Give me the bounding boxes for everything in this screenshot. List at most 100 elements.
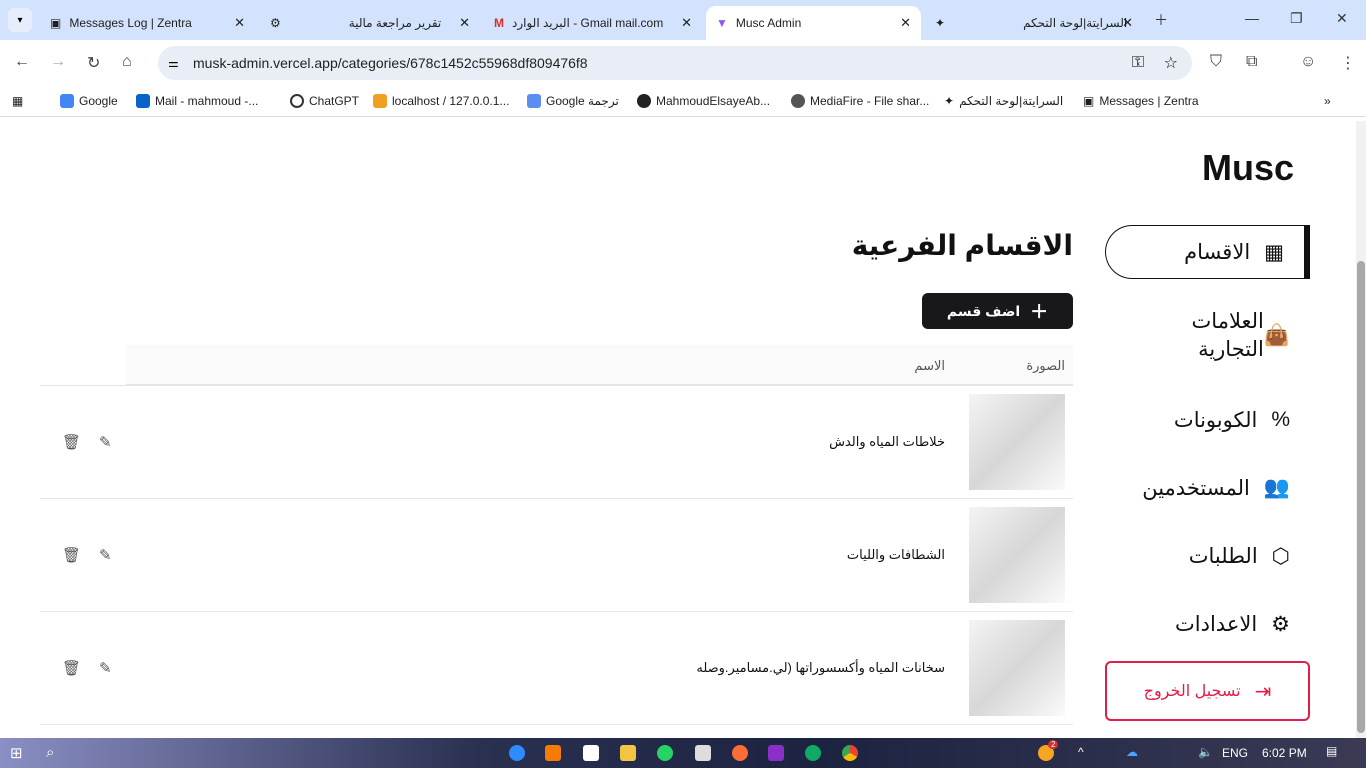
xampp-icon[interactable] bbox=[545, 745, 561, 761]
new-tab-button[interactable]: ＋ bbox=[1154, 10, 1168, 30]
clock[interactable]: 6:02 PM bbox=[1262, 746, 1307, 760]
star-icon[interactable]: ☆ bbox=[1164, 53, 1178, 73]
menu-icon[interactable]: ⋮ bbox=[1340, 53, 1356, 73]
sidebar-item-label: الاعدادات bbox=[1175, 612, 1258, 636]
onedrive-icon[interactable]: ☁ bbox=[1126, 745, 1138, 759]
shield-icon[interactable]: ⛉ bbox=[1210, 53, 1222, 71]
gear-icon: ⚙ bbox=[1271, 612, 1290, 636]
bookmark[interactable]: ▣ Messages | Zentra bbox=[1083, 94, 1199, 108]
delete-icon[interactable]: 🗑 bbox=[62, 659, 81, 677]
sidebar-item-label: المستخدمين bbox=[1142, 476, 1250, 500]
add-category-button[interactable]: ＋ اضف قسم bbox=[922, 293, 1073, 329]
site-info-icon[interactable]: ⚌ bbox=[168, 56, 179, 70]
close-icon[interactable]: ✕ bbox=[1122, 15, 1133, 31]
sidebar-item-coupons[interactable]: % الكوبونات bbox=[1105, 393, 1310, 447]
windows-start-icon[interactable]: ⊞ bbox=[10, 744, 23, 762]
chrome-icon[interactable] bbox=[842, 745, 858, 761]
sparkle-icon: ✦ bbox=[935, 16, 946, 30]
url-text[interactable]: musk-admin.vercel.app/categories/678c145… bbox=[193, 55, 588, 71]
edit-icon[interactable]: ✎ bbox=[99, 546, 112, 564]
tab[interactable]: ▣ Messages Log | Zentra ✕ bbox=[40, 6, 255, 40]
bookmark[interactable]: MahmoudElsayeAb... bbox=[637, 93, 770, 108]
edge-icon[interactable] bbox=[805, 745, 821, 761]
edit-icon[interactable]: ✎ bbox=[99, 659, 112, 677]
close-icon[interactable]: ✕ bbox=[234, 15, 245, 31]
sparkle-icon: ✦ bbox=[944, 93, 955, 108]
sidebar: ▦ الاقسام 👜 العلامات التجارية % الكوبونات 👥… bbox=[1105, 225, 1310, 721]
bookmark[interactable]: MediaFire - File shar... bbox=[791, 93, 930, 108]
sidebar-item-categories[interactable]: ▦ الاقسام bbox=[1105, 225, 1310, 279]
category-name: خلاطات المياه والدش bbox=[829, 434, 945, 449]
bookmark[interactable]: ChatGPT bbox=[290, 93, 360, 108]
tab[interactable]: ✦ السرايتة|لوحة التحكم ✕ bbox=[925, 6, 1143, 40]
bookmarks-bar: ▦ Google Mail - mahmoud -... ChatGPT loc… bbox=[0, 85, 1366, 117]
category-image bbox=[969, 620, 1065, 716]
store-icon[interactable] bbox=[583, 745, 599, 761]
bookmark-label: ChatGPT bbox=[309, 93, 360, 108]
folder-icon[interactable] bbox=[620, 745, 636, 761]
sidebar-item-label: الكوبونات bbox=[1173, 408, 1258, 432]
close-icon[interactable]: ✕ bbox=[900, 15, 911, 31]
whatsapp-icon[interactable] bbox=[657, 745, 673, 761]
forward-icon[interactable]: → bbox=[50, 53, 66, 71]
postman-icon[interactable] bbox=[732, 745, 748, 761]
phpstorm-icon[interactable] bbox=[768, 745, 784, 761]
address-bar[interactable]: ⚌ musk-admin.vercel.app/categories/678c1… bbox=[158, 46, 1192, 80]
logout-button[interactable]: ⇥ تسجيل الخروج bbox=[1105, 661, 1310, 721]
more-bookmarks-icon[interactable]: » bbox=[1324, 94, 1331, 108]
sidebar-item-label: الاقسام bbox=[1184, 240, 1251, 264]
search-icon[interactable]: ⌕ bbox=[46, 744, 54, 761]
delete-icon[interactable]: 🗑 bbox=[62, 433, 81, 451]
tab[interactable]: M البريد الوارد - Gmail mail.com ✕ bbox=[484, 6, 702, 40]
minimize-button[interactable]: — bbox=[1245, 10, 1259, 26]
edit-icon[interactable]: ✎ bbox=[99, 433, 112, 451]
extensions-icon[interactable]: ⧉ bbox=[1246, 53, 1257, 71]
sidebar-item-label: الطلبات bbox=[1188, 544, 1258, 568]
sidebar-item-brands[interactable]: 👜 العلامات التجارية bbox=[1105, 293, 1310, 379]
avatar[interactable]: ☺ bbox=[1300, 53, 1316, 71]
tab-active[interactable]: ▼ Musc Admin ✕ bbox=[706, 6, 921, 40]
logout-icon: ⇥ bbox=[1254, 680, 1272, 703]
bookmark[interactable]: localhost / 127.0.0.1... bbox=[373, 93, 509, 108]
sidebar-item-users[interactable]: 👥 المستخدمين bbox=[1105, 461, 1310, 515]
home-icon[interactable]: ⌂ bbox=[122, 53, 132, 71]
maximize-button[interactable]: ❐ bbox=[1290, 10, 1303, 27]
bookmark-label: MediaFire - File shar... bbox=[810, 93, 930, 108]
page-title: الاقسام الفرعية bbox=[851, 230, 1073, 261]
close-icon[interactable]: ✕ bbox=[459, 15, 470, 31]
notion-icon[interactable] bbox=[695, 745, 711, 761]
key-icon[interactable]: ⚿ bbox=[1132, 54, 1144, 72]
apps-icon[interactable]: ▦ bbox=[12, 94, 23, 108]
vite-icon: ▼ bbox=[716, 16, 728, 30]
language-indicator[interactable]: ENG bbox=[1222, 746, 1248, 760]
bookmark-label: Google bbox=[79, 93, 118, 108]
volume-icon[interactable]: 🔈 bbox=[1198, 745, 1213, 759]
grid-icon: ▦ bbox=[1264, 240, 1284, 264]
table-row: الشطافات والليات 🗑 ✎ bbox=[40, 499, 1073, 612]
reload-icon[interactable]: ↻ bbox=[87, 53, 100, 73]
bookmark[interactable]: ✦ السرايتة|لوحة التحكم bbox=[944, 94, 1063, 108]
action-center-icon[interactable]: ▤ bbox=[1326, 744, 1337, 758]
chevron-up-icon[interactable]: ^ bbox=[1078, 745, 1084, 759]
google-icon bbox=[60, 93, 74, 108]
zoom-icon[interactable] bbox=[509, 745, 525, 761]
percent-icon: % bbox=[1271, 408, 1290, 431]
category-name: الشطافات والليات bbox=[846, 547, 945, 562]
tab[interactable]: ⚙ تقرير مراجعة مالية ✕ bbox=[260, 6, 480, 40]
table-header: الصورة الاسم bbox=[126, 345, 1073, 385]
sidebar-item-orders[interactable]: ⬡ الطلبات bbox=[1105, 529, 1310, 583]
chatgpt-icon bbox=[290, 93, 304, 108]
close-window-button[interactable]: ✕ bbox=[1336, 10, 1348, 27]
scrollbar-thumb[interactable] bbox=[1357, 261, 1365, 733]
notification-badge: 2 bbox=[1048, 740, 1059, 749]
bookmark[interactable]: Mail - mahmoud -... bbox=[136, 93, 258, 108]
scrollbar[interactable] bbox=[1356, 121, 1366, 738]
sidebar-item-settings[interactable]: ⚙ الاعدادات bbox=[1105, 597, 1310, 651]
tab-search-button[interactable]: ▾ bbox=[8, 8, 32, 32]
close-icon[interactable]: ✕ bbox=[681, 15, 692, 31]
bookmark-label: السرايتة|لوحة التحكم bbox=[959, 93, 1064, 108]
delete-icon[interactable]: 🗑 bbox=[62, 546, 81, 564]
back-icon[interactable]: ← bbox=[14, 53, 30, 71]
bookmark[interactable]: Google bbox=[60, 93, 118, 108]
bookmark[interactable]: Google ترجمة bbox=[527, 93, 619, 108]
